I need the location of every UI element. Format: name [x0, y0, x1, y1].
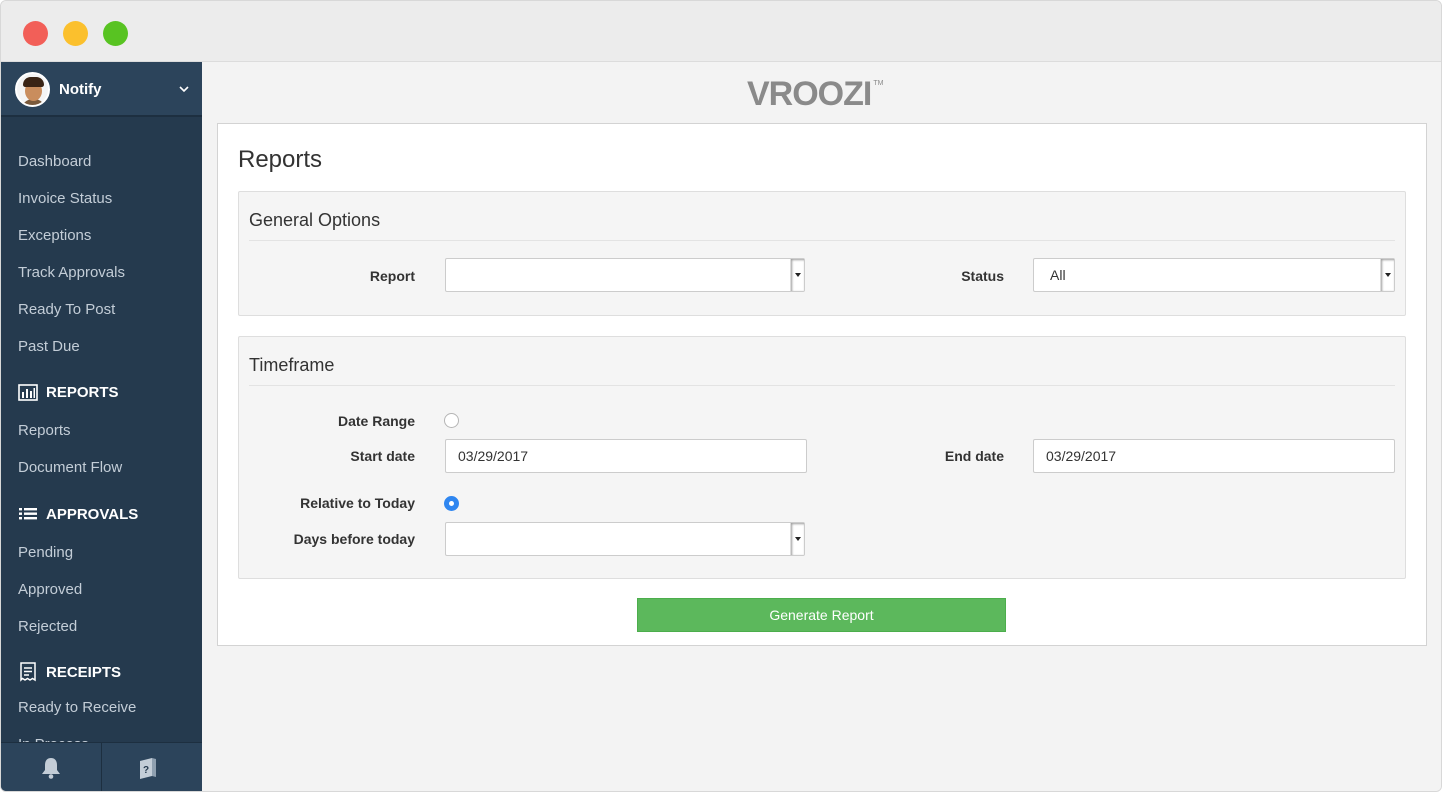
sidebar-heading-receipts: RECEIPTS: [18, 662, 121, 682]
sidebar: Notify Dashboard Invoice Status Exceptio…: [1, 62, 202, 791]
chevron-down-icon[interactable]: [790, 523, 804, 555]
user-menu[interactable]: Notify: [1, 62, 202, 117]
sidebar-item-past-due[interactable]: Past Due: [18, 338, 80, 355]
report-label: Report: [369, 268, 415, 284]
bell-icon[interactable]: [38, 755, 64, 781]
sidebar-item-reports[interactable]: Reports: [18, 422, 71, 439]
sidebar-item-dashboard[interactable]: Dashboard: [18, 153, 91, 170]
minimize-window-button[interactable]: [63, 21, 88, 46]
close-window-button[interactable]: [23, 21, 48, 46]
days-before-today-select[interactable]: [445, 522, 805, 556]
sidebar-item-track-approvals[interactable]: Track Approvals: [18, 264, 125, 281]
sidebar-item-ready-to-receive[interactable]: Ready to Receive: [18, 699, 136, 716]
end-date-input[interactable]: 03/29/2017: [1033, 439, 1395, 473]
sidebar-item-exceptions[interactable]: Exceptions: [18, 227, 91, 244]
date-range-label: Date Range: [337, 413, 415, 429]
sidebar-item-rejected[interactable]: Rejected: [18, 618, 77, 635]
page-title: Reports: [238, 146, 323, 173]
list-icon: [19, 507, 37, 519]
sidebar-heading-reports: REPORTS: [18, 384, 119, 401]
avatar: [15, 72, 50, 107]
general-options-card: General Options Report Status All: [238, 191, 1406, 316]
relative-to-today-label: Relative to Today: [300, 495, 415, 511]
start-date-value: 03/29/2017: [458, 448, 529, 464]
status-select-value: All: [1050, 267, 1066, 283]
receipt-icon: [20, 662, 36, 682]
sidebar-item-invoice-status[interactable]: Invoice Status: [18, 190, 112, 207]
main-content: VROOZI TM Reports General Options Report…: [202, 62, 1441, 791]
sidebar-item-pending[interactable]: Pending: [18, 544, 73, 561]
chevron-down-icon[interactable]: [790, 259, 804, 291]
chevron-down-icon[interactable]: [1380, 259, 1394, 291]
start-date-label: Start date: [350, 448, 415, 464]
reports-panel: Reports General Options Report Status Al…: [217, 123, 1427, 646]
timeframe-card: Timeframe Date Range Start date 03/29/20…: [238, 336, 1406, 579]
help-book-icon[interactable]: ?: [135, 755, 161, 781]
date-range-radio[interactable]: [444, 413, 459, 428]
card-title: General Options: [249, 210, 381, 230]
end-date-value: 03/29/2017: [1046, 448, 1117, 464]
svg-text:?: ?: [143, 765, 149, 776]
user-name: Notify: [59, 81, 102, 98]
sidebar-heading-label: REPORTS: [46, 384, 119, 401]
logo-text: VROOZI: [747, 75, 872, 113]
card-divider: [249, 385, 1395, 386]
sidebar-item-ready-to-post[interactable]: Ready To Post: [18, 301, 115, 318]
sidebar-footer: ?: [1, 742, 202, 791]
window-titlebar: [1, 1, 1441, 62]
days-before-today-label: Days before today: [293, 531, 415, 547]
sidebar-heading-label: APPROVALS: [46, 506, 139, 523]
sidebar-heading-label: RECEIPTS: [46, 663, 122, 681]
app-window: Notify Dashboard Invoice Status Exceptio…: [0, 0, 1442, 792]
zoom-window-button[interactable]: [103, 21, 128, 46]
relative-to-today-radio[interactable]: [444, 496, 459, 511]
report-select[interactable]: [445, 258, 805, 292]
status-label: Status: [961, 268, 1004, 284]
chevron-down-icon[interactable]: [179, 84, 189, 94]
generate-report-button[interactable]: Generate Report: [637, 598, 1006, 632]
card-divider: [249, 240, 1395, 241]
card-title: Timeframe: [249, 355, 335, 375]
vroozi-logo: VROOZI TM: [747, 76, 883, 112]
end-date-label: End date: [944, 448, 1004, 464]
sidebar-item-approved[interactable]: Approved: [18, 581, 82, 598]
footer-divider: [101, 743, 102, 791]
logo-trademark: TM: [873, 80, 884, 87]
start-date-input[interactable]: 03/29/2017: [445, 439, 807, 473]
status-select[interactable]: All: [1033, 258, 1395, 292]
sidebar-heading-approvals: APPROVALS: [18, 506, 138, 523]
sidebar-item-document-flow[interactable]: Document Flow: [18, 459, 122, 476]
bar-chart-icon: [18, 384, 38, 401]
